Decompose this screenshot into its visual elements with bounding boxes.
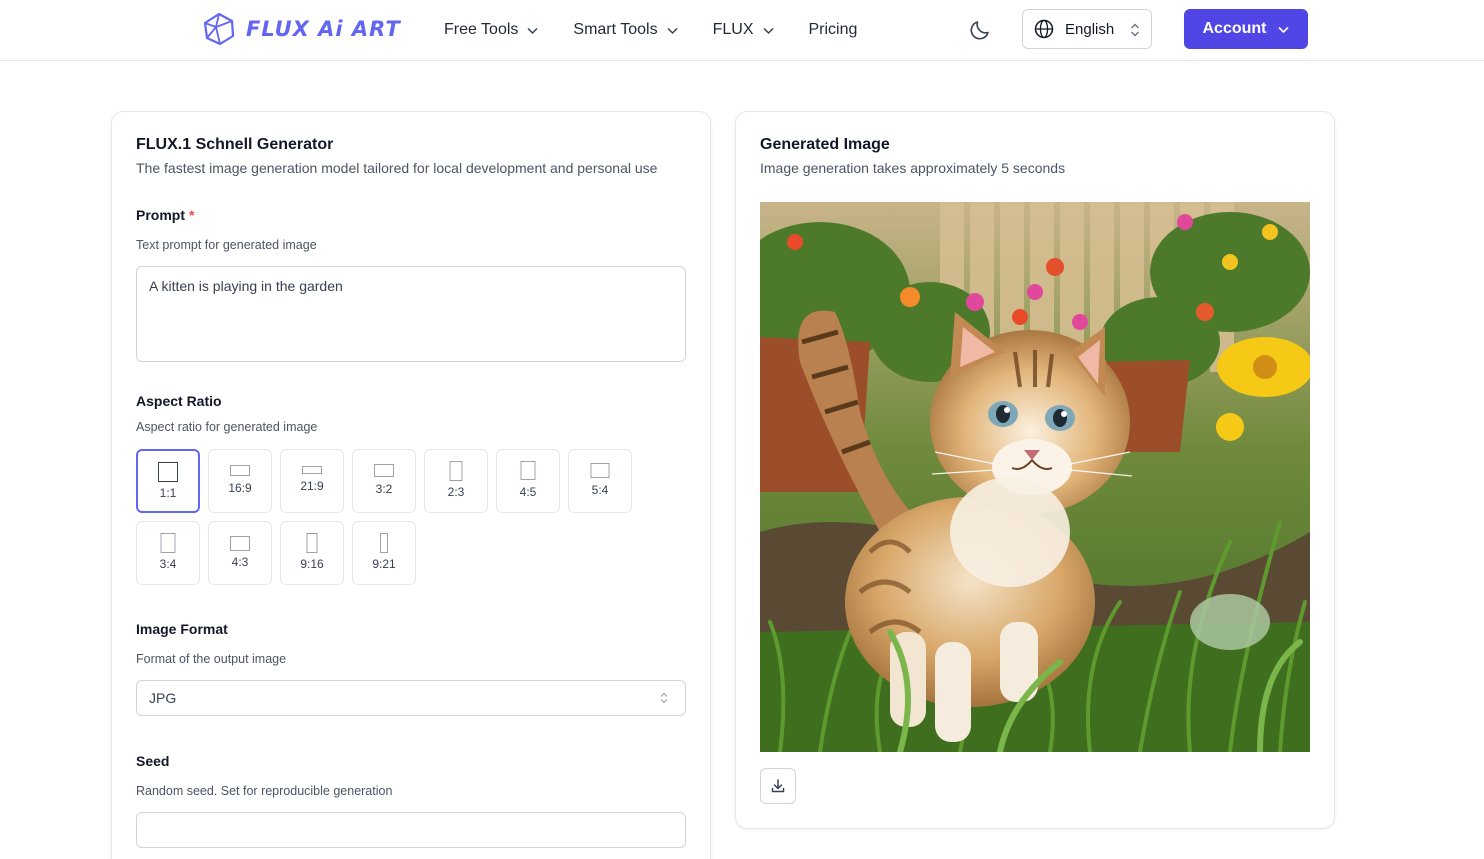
ratio-shape: [158, 462, 178, 482]
chevron-updown-icon: [660, 692, 668, 704]
seed-label: Seed: [136, 753, 170, 769]
ratio-shape: [160, 533, 176, 553]
ratio-option-9-16[interactable]: 9:16: [280, 521, 344, 585]
ratio-label: 3:2: [375, 482, 393, 496]
download-button[interactable]: [760, 768, 796, 804]
ratio-label: 16:9: [228, 481, 252, 495]
ratio-option-1-1[interactable]: 1:1: [136, 449, 200, 513]
ratio-option-4-3[interactable]: 4:3: [208, 521, 272, 585]
image-format-select[interactable]: JPG: [136, 680, 686, 716]
ratio-option-21-9[interactable]: 21:9: [280, 449, 344, 513]
ratio-shape: [306, 533, 318, 553]
kitten-garden-image: [760, 202, 1310, 752]
ratio-shape: [302, 466, 322, 474]
result-subtitle: Image generation takes approximately 5 s…: [760, 160, 1066, 176]
ratio-label: 2:3: [447, 485, 465, 499]
prompt-label: Prompt *: [136, 207, 194, 223]
aspect-ratio-label: Aspect Ratio: [136, 393, 222, 409]
image-format-label: Image Format: [136, 621, 228, 637]
prompt-textarea[interactable]: A kitten is playing in the garden: [136, 266, 686, 362]
ratio-option-9-21[interactable]: 9:21: [352, 521, 416, 585]
ratio-label: 21:9: [300, 479, 324, 493]
ratio-shape: [230, 536, 250, 551]
globe-icon: [1034, 19, 1054, 39]
ratio-option-5-4[interactable]: 5:4: [568, 449, 632, 513]
prompt-help: Text prompt for generated image: [136, 238, 317, 252]
language-select[interactable]: English: [1022, 9, 1152, 49]
aspect-ratio-help: Aspect ratio for generated image: [136, 420, 318, 434]
generator-subtitle: The fastest image generation model tailo…: [136, 160, 658, 176]
theme-toggle-button[interactable]: [968, 18, 992, 42]
image-format-help: Format of the output image: [136, 652, 287, 666]
ratio-label: 9:21: [372, 557, 396, 571]
ratio-shape: [374, 464, 394, 477]
ratio-label: 4:5: [519, 485, 537, 499]
account-label: Account: [1202, 20, 1267, 37]
download-icon: [771, 779, 785, 793]
chevron-down-icon: [762, 27, 774, 34]
ratio-shape: [230, 465, 250, 476]
chevron-down-icon: [667, 27, 678, 34]
ratio-option-2-3[interactable]: 2:3: [424, 449, 488, 513]
nav-label: FLUX: [712, 21, 754, 38]
nav-label: Free Tools: [444, 21, 519, 38]
generator-title: FLUX.1 Schnell Generator: [136, 136, 334, 153]
result-title: Generated Image: [760, 136, 890, 153]
required-mark: *: [189, 207, 195, 223]
ratio-shape: [449, 461, 463, 481]
ratio-shape: [590, 463, 610, 478]
ratio-option-3-4[interactable]: 3:4: [136, 521, 200, 585]
chevron-updown-icon: [1131, 23, 1139, 37]
logo-text: FLUX Ai ART: [246, 17, 401, 41]
account-button[interactable]: Account: [1184, 9, 1308, 49]
ratio-label: 9:16: [300, 557, 324, 571]
ratio-label: 1:1: [159, 486, 177, 500]
moon-icon: [970, 21, 989, 40]
nav-free-tools[interactable]: Free Tools: [444, 21, 539, 39]
top-navbar: FLUX Ai ART Free Tools Smart Tools FLUX …: [0, 0, 1484, 61]
chevron-down-icon: [527, 27, 538, 34]
logo[interactable]: FLUX Ai ART: [202, 12, 401, 46]
ratio-shape: [520, 461, 536, 480]
generator-card: FLUX.1 Schnell Generator The fastest ima…: [111, 111, 711, 859]
ratio-option-3-2[interactable]: 3:2: [352, 449, 416, 513]
result-card: Generated Image Image generation takes a…: [735, 111, 1335, 829]
prompt-label-text: Prompt: [136, 207, 185, 223]
nav-smart-tools[interactable]: Smart Tools: [573, 21, 678, 39]
image-format-value: JPG: [149, 690, 177, 706]
ratio-label: 3:4: [159, 557, 177, 571]
seed-input[interactable]: [136, 812, 686, 848]
ratio-label: 4:3: [231, 555, 249, 569]
nav-pricing[interactable]: Pricing: [809, 21, 858, 39]
logo-icon: [203, 12, 235, 46]
nav-label: Pricing: [808, 21, 858, 38]
ratio-shape: [380, 533, 388, 553]
nav-label: Smart Tools: [573, 21, 658, 38]
seed-help: Random seed. Set for reproducible genera…: [136, 784, 393, 798]
language-value: English: [1065, 20, 1115, 38]
ratio-option-4-5[interactable]: 4:5: [496, 449, 560, 513]
ratio-label: 5:4: [591, 483, 609, 497]
nav-flux[interactable]: FLUX: [713, 21, 775, 39]
generated-image[interactable]: [760, 202, 1310, 752]
main-nav: Free Tools Smart Tools FLUX Pricing: [444, 0, 891, 60]
ratio-option-16-9[interactable]: 16:9: [208, 449, 272, 513]
chevron-down-icon: [1277, 26, 1289, 33]
